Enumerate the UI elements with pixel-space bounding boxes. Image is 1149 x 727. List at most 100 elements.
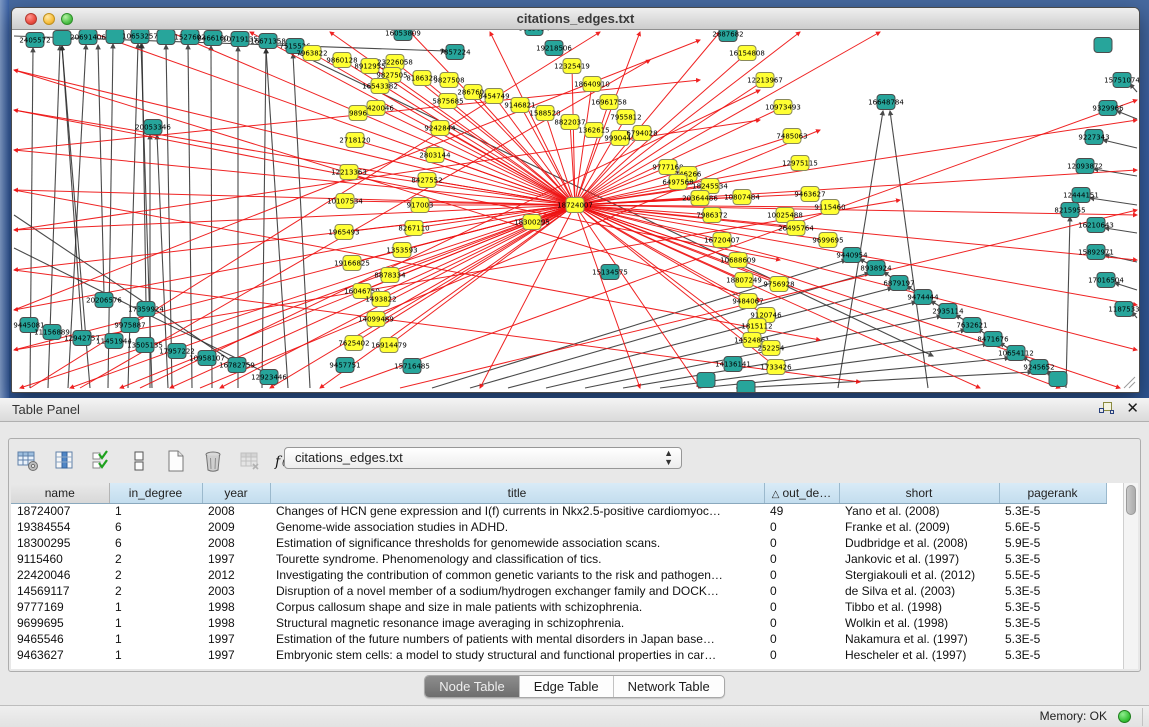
graph-edge[interactable]	[128, 44, 138, 388]
table-row[interactable]: 2242004622012Investigating the contribut…	[11, 567, 1106, 583]
table-row[interactable]: 1456911722003Disruption of a novel membe…	[11, 583, 1106, 599]
graph-node[interactable]: 17016504	[1088, 273, 1124, 288]
graph-node[interactable]	[697, 373, 715, 388]
graph-node[interactable]	[737, 381, 755, 393]
graph-node[interactable]: 8813054	[518, 30, 550, 36]
column-header-short[interactable]: short	[839, 483, 999, 503]
graph-node[interactable]: 14136141	[715, 357, 751, 372]
column-header-name[interactable]: name	[11, 483, 109, 503]
graph-node[interactable]: 15716485	[394, 359, 430, 374]
graph-node[interactable]: 19218506	[536, 41, 572, 56]
graph-node[interactable]: 10688609	[720, 253, 756, 268]
graph-edge[interactable]	[14, 150, 575, 205]
table-row[interactable]: 969969511998Structural magnetic resonanc…	[11, 615, 1106, 631]
table-row[interactable]: 1872400712008Changes of HCN gene express…	[11, 503, 1106, 519]
graph-edge[interactable]	[62, 46, 82, 332]
table-selector-dropdown[interactable]: citations_edges.txt ▲▼	[284, 447, 682, 469]
graph-node[interactable]: 9860128	[326, 53, 357, 68]
graph-node[interactable]: 7955812	[610, 110, 641, 125]
graph-node[interactable]: 16210643	[1078, 218, 1114, 233]
vertical-scrollbar[interactable]	[1123, 483, 1138, 669]
graph-node[interactable]: 12444151	[1063, 188, 1099, 203]
graph-node[interactable]: 19166825	[334, 256, 370, 271]
graph-node[interactable]	[53, 31, 71, 46]
select-rows-icon[interactable]	[89, 448, 115, 474]
graph-edge[interactable]	[30, 48, 33, 388]
graph-node[interactable]: 15751074	[1104, 73, 1139, 88]
column-header-title[interactable]: title	[270, 483, 764, 503]
graph-node[interactable]: 9896	[349, 106, 367, 121]
graph-edge[interactable]	[575, 32, 720, 205]
select-columns-icon[interactable]	[52, 448, 78, 474]
close-panel-icon[interactable]: ✕	[1126, 401, 1139, 416]
graph-edge[interactable]	[293, 54, 310, 388]
float-panel-icon[interactable]	[1099, 401, 1114, 416]
graph-node[interactable]: 1353593	[386, 243, 417, 258]
graph-node[interactable]: 10973493	[765, 100, 801, 115]
graph-edge[interactable]	[355, 140, 575, 205]
column-header-year[interactable]: year	[202, 483, 270, 503]
graph-node[interactable]: 9827508	[433, 73, 464, 88]
import-table-disabled-icon[interactable]	[237, 448, 263, 474]
table-row[interactable]: 911546021997Tourette syndrome. Phenomeno…	[11, 551, 1106, 567]
table-row[interactable]: 977716911998Corpus callosum shape and si…	[11, 599, 1106, 615]
graph-node[interactable]: 16154808	[729, 46, 765, 61]
graph-edge[interactable]	[170, 32, 575, 205]
delete-table-icon[interactable]	[200, 448, 226, 474]
graph-node[interactable]: 12093872	[1067, 159, 1103, 174]
graph-node[interactable]: 12213967	[747, 73, 783, 88]
graph-node[interactable]: 10107534	[327, 194, 363, 209]
graph-edge[interactable]	[98, 45, 104, 294]
tab-node-table[interactable]: Node Table	[425, 676, 520, 697]
table-row[interactable]: 946554611997Estimation of the future num…	[11, 631, 1106, 647]
graph-edge[interactable]	[623, 330, 965, 388]
graph-node[interactable]	[1094, 38, 1112, 53]
table-row[interactable]: 1938455462009Genome-wide association stu…	[11, 519, 1106, 535]
row-height-icon[interactable]	[126, 448, 152, 474]
graph-node[interactable]: 16961758	[591, 95, 627, 110]
window-titlebar[interactable]: citations_edges.txt	[12, 8, 1139, 30]
new-document-icon[interactable]	[163, 448, 189, 474]
graph-node[interactable]: 20206576	[86, 293, 122, 308]
graph-node[interactable]: 16648784	[868, 95, 904, 110]
graph-node[interactable]: 16914479	[371, 338, 407, 353]
graph-node[interactable]: 16053809	[385, 30, 421, 41]
graph-node[interactable]: 12975115	[782, 156, 818, 171]
graph-node[interactable]: 252254	[758, 341, 785, 356]
graph-edge[interactable]	[546, 302, 916, 388]
graph-node[interactable]: 9115460	[814, 200, 845, 215]
graph-node[interactable]	[1049, 372, 1067, 387]
resize-grip-icon[interactable]	[1124, 377, 1135, 388]
graph-node[interactable]: 2887682	[712, 30, 743, 42]
table-row[interactable]: 946362711997Embryonic stem cells: a mode…	[11, 647, 1106, 663]
graph-edge[interactable]	[575, 205, 1060, 388]
graph-edge[interactable]	[575, 170, 1137, 205]
graph-node[interactable]: 10653257	[122, 30, 158, 44]
tab-network-table[interactable]: Network Table	[614, 676, 724, 697]
network-canvas[interactable]: 2405572206914061065325715276028466160107…	[12, 30, 1139, 392]
graph-node[interactable]: 9440954	[836, 248, 868, 263]
graph-node[interactable]: 12923446	[251, 370, 287, 385]
graph-node[interactable]: 10807484	[724, 190, 760, 205]
graph-node[interactable]: 9756928	[763, 277, 794, 292]
graph-node[interactable]: 8215955	[1054, 203, 1085, 218]
graph-node[interactable]: 8938924	[860, 261, 892, 276]
graph-node[interactable]	[157, 30, 175, 45]
graph-node[interactable]: 1965493	[328, 225, 359, 240]
column-header-pagerank[interactable]: pagerank	[999, 483, 1106, 503]
graph-node[interactable]: 20053346	[135, 120, 171, 135]
graph-node[interactable]: 9463627	[794, 187, 825, 202]
graph-node[interactable]: 2405572	[19, 33, 50, 48]
graph-node[interactable]: 17359924	[128, 302, 164, 317]
graph-node[interactable]: 7857224	[439, 45, 471, 60]
graph-node[interactable]: 9329966	[1092, 101, 1124, 116]
graph-node[interactable]: 9457751	[329, 358, 360, 373]
tab-edge-table[interactable]: Edge Table	[520, 676, 614, 697]
table-settings-icon[interactable]	[15, 448, 41, 474]
column-header-out_de[interactable]: △out_de…	[764, 483, 839, 503]
graph-node[interactable]: 9227343	[1078, 130, 1109, 145]
graph-node[interactable]: 20691406	[70, 30, 106, 45]
graph-node[interactable]: 13505135	[127, 338, 163, 353]
scrollbar-thumb[interactable]	[1126, 485, 1136, 515]
column-header-in_degree[interactable]: in_degree	[109, 483, 202, 503]
